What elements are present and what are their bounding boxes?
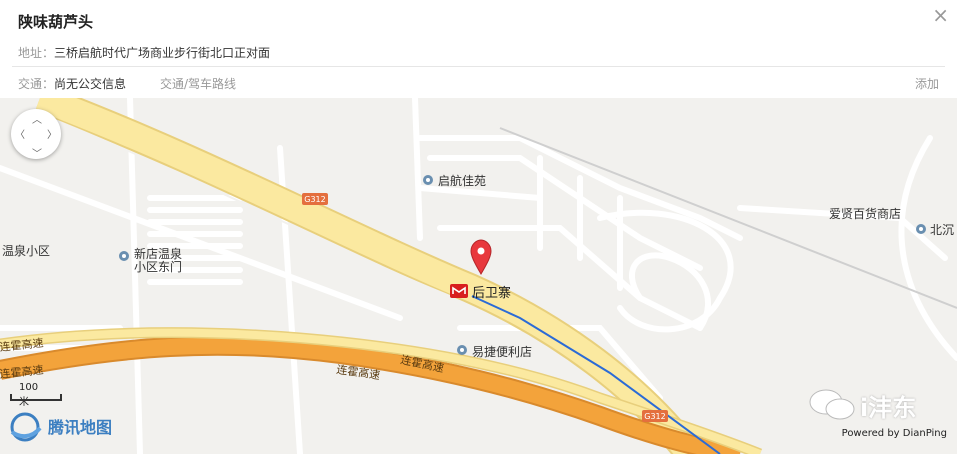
label-wenquan: 温泉小区 [2, 244, 50, 258]
address-label: 地址： [18, 46, 55, 60]
divider [12, 66, 945, 67]
map-view[interactable]: G312 G312 启航佳苑 爱贤百货商店 北沉 温泉小区 新店温泉 小区东门 … [0, 98, 957, 454]
add-link[interactable]: 添加 [915, 75, 939, 92]
g312-road [19, 98, 702, 454]
address-row: 地址：三桥启航时代广场商业步行街北口正对面 [18, 44, 270, 61]
g312-shield-a: G312 [302, 193, 328, 205]
address-value: 三桥启航时代广场商业步行街北口正对面 [54, 46, 271, 60]
label-bei: 北沉 [930, 223, 954, 237]
pan-left-icon[interactable]: 〈 [15, 126, 25, 141]
metro-station-icon [450, 284, 468, 298]
pan-down-icon[interactable]: ﹀ [32, 145, 42, 160]
svg-text:G312: G312 [644, 412, 665, 421]
traffic-row: 交通：尚无公交信息 [18, 75, 126, 92]
logo-text: 腾讯地图 [48, 418, 113, 437]
scale-ruler [10, 394, 62, 401]
label-xindian-1: 新店温泉 [134, 246, 182, 261]
watermark-text: i沣东 [860, 394, 917, 422]
label-qihang: 启航佳苑 [438, 173, 486, 188]
place-title: 陕味葫芦头 [18, 13, 94, 31]
route-link[interactable]: 交通/驾车路线 [160, 75, 236, 92]
powered-by: Powered by DianPing [841, 428, 947, 439]
traffic-value: 尚无公交信息 [54, 77, 127, 91]
pan-control[interactable]: ︿ ﹀ 〈 〉 [11, 109, 61, 160]
wechat-icon [809, 389, 855, 420]
traffic-label: 交通： [18, 77, 55, 91]
label-aixian: 爱贤百货商店 [829, 206, 901, 221]
location-marker-icon [470, 239, 492, 275]
pan-up-icon[interactable]: ︿ [32, 111, 42, 126]
svg-text:G312: G312 [304, 195, 325, 204]
pan-right-icon[interactable]: 〉 [47, 126, 57, 141]
place-info-panel: 陕味葫芦头 × 地址：三桥启航时代广场商业步行街北口正对面 交通：尚无公交信息 … [0, 0, 957, 98]
label-xindian-2: 小区东门 [134, 259, 182, 274]
label-houwei: 后卫寨 [472, 285, 511, 301]
g312-shield-b: G312 [642, 410, 668, 422]
close-icon[interactable]: × [932, 3, 949, 27]
tencent-logo-icon [10, 412, 42, 442]
label-yijie: 易捷便利店 [472, 345, 532, 359]
